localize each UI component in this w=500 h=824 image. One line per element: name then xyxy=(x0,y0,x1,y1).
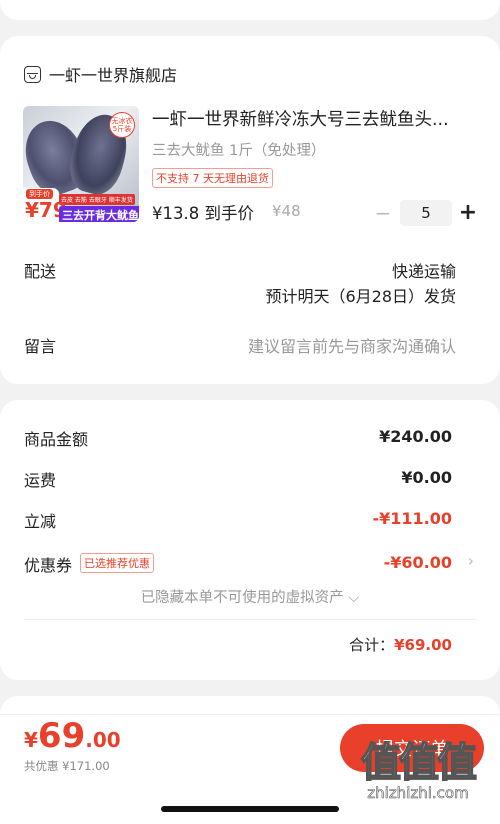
quantity-value[interactable]: 5 xyxy=(400,200,452,226)
quantity-stepper: − 5 + xyxy=(372,200,480,226)
product-title[interactable]: 一虾一世界新鲜冷冻大号三去鱿鱼头... xyxy=(152,106,449,131)
store-name: 一虾一世界旗舰店 xyxy=(49,66,178,85)
goods-amount-label: 商品金额 xyxy=(24,430,89,449)
delivery-method[interactable]: 快递运输 xyxy=(392,258,456,282)
thumbnail-tags: 去皮 去筋 去眼牙 顺丰发货 xyxy=(59,194,135,205)
shipping-label: 运费 xyxy=(24,471,57,490)
thumbnail-slogan: 三去开背大鱿鱼 xyxy=(59,206,139,222)
decrease-quantity-button[interactable]: − xyxy=(372,200,394,226)
total-value: ¥69.00 xyxy=(394,636,452,654)
delivery-eta: 预计明天（6月28日）发货 xyxy=(265,287,456,306)
hidden-assets-toggle[interactable]: 已隐藏本单不可使用的虚拟资产 ⌵ xyxy=(0,586,500,607)
goods-amount-value: ¥240.00 xyxy=(379,427,452,446)
chevron-right-icon[interactable]: › xyxy=(468,551,474,570)
store-header[interactable]: 一虾一世界旗舰店 xyxy=(24,62,177,86)
total-row: 合计：¥69.00 xyxy=(349,634,452,655)
shipping-value: ¥0.00 xyxy=(401,468,452,487)
thumbnail-badge: 无冰衣 5斤装 xyxy=(109,112,135,138)
delivery-label: 配送 xyxy=(24,262,57,281)
home-indicator[interactable] xyxy=(161,806,339,812)
price-summary-card: 商品金额 ¥240.00 运费 ¥0.00 立减 -¥111.00 优惠券 已选… xyxy=(0,400,500,680)
original-price: ¥48 xyxy=(272,202,301,220)
bar-divider xyxy=(0,714,500,715)
coupon-label[interactable]: 优惠券 xyxy=(24,552,72,576)
pay-amount-int: 69 xyxy=(37,716,86,756)
discount-value: -¥111.00 xyxy=(372,509,452,528)
product-spec[interactable]: 三去大鱿鱼 1斤（免处理） xyxy=(152,139,325,160)
return-policy-tag: 不支持 7 天无理由退货 xyxy=(152,168,273,188)
previous-section-card xyxy=(0,0,500,20)
pay-amount-dec: .00 xyxy=(85,728,121,752)
divider xyxy=(24,619,476,620)
product-card: 一虾一世界旗舰店 无冰衣 5斤装 去皮 去筋 去眼牙 顺丰发货 到手价 ¥79 … xyxy=(0,36,500,384)
product-price: ¥13.8 到手价 xyxy=(152,204,254,223)
product-thumbnail[interactable]: 无冰衣 5斤装 去皮 去筋 去眼牙 顺丰发货 到手价 ¥79 三去开背大鱿鱼 xyxy=(23,106,139,222)
pay-currency: ¥ xyxy=(24,728,38,752)
submit-order-button[interactable]: 提交订单 xyxy=(340,724,484,772)
discount-label: 立减 xyxy=(24,512,57,531)
total-label: 合计： xyxy=(349,636,395,654)
store-icon xyxy=(24,65,41,83)
checkout-bar: ¥69.00 共优惠 ¥171.00 提交订单 xyxy=(0,696,500,824)
coupon-recommended-tag: 已选推荐优惠 xyxy=(80,553,154,573)
increase-quantity-button[interactable]: + xyxy=(456,200,480,226)
coupon-value[interactable]: -¥60.00 xyxy=(384,553,452,572)
total-saved: 共优惠 ¥171.00 xyxy=(24,759,110,773)
pay-amount: ¥69.00 xyxy=(24,716,121,756)
message-input[interactable]: 建议留言前先与商家沟通确认 xyxy=(248,333,456,357)
message-label: 留言 xyxy=(24,337,57,356)
